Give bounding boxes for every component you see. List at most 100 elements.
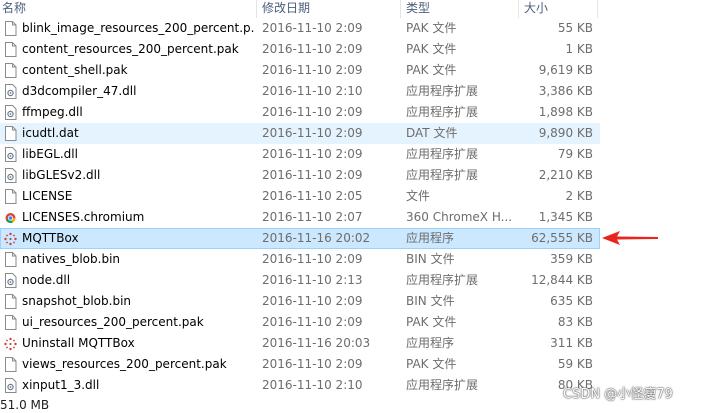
file-size: 83 KB (557, 315, 593, 329)
file-type: 应用程序扩展 (406, 378, 479, 392)
file-type: BIN 文件 (406, 252, 455, 266)
file-row[interactable]: d3dcompiler_47.dll 2016-11-10 2:10 应用程序扩展 3… (0, 81, 600, 102)
file-row[interactable]: LICENSE 2016-11-10 2:05 文件 2 KB (0, 186, 600, 207)
file-size: 2 KB (565, 189, 593, 203)
file-size: 79 KB (557, 147, 593, 161)
column-header-bar: 名称 修改日期 类型 大小 (0, 0, 716, 18)
file-row[interactable]: content_resources_200_percent.pak 2016-11… (0, 39, 600, 60)
chrome-icon (4, 210, 17, 225)
file-size: 359 KB (550, 252, 593, 266)
file-name: xinput1_3.dll (22, 378, 100, 392)
file-icon (4, 42, 17, 57)
column-divider[interactable] (400, 0, 401, 18)
file-row[interactable]: ffmpeg.dll 2016-11-10 2:09 应用程序扩展 1,898 KB (0, 102, 600, 123)
file-row[interactable]: snapshot_blob.bin 2016-11-10 2:09 BIN 文件 63… (0, 291, 600, 312)
file-date: 2016-11-10 2:09 (262, 126, 363, 140)
file-row[interactable]: ui_resources_200_percent.pak 2016-11-10 2… (0, 312, 600, 333)
file-size: 635 KB (550, 294, 593, 308)
file-row[interactable]: libEGL.dll 2016-11-10 2:09 应用程序扩展 79 KB (0, 144, 600, 165)
file-row[interactable]: LICENSES.chromium 2016-11-10 2:07 360 Chro… (0, 207, 600, 228)
file-size: 1,345 KB (538, 210, 593, 224)
file-size: 9,619 KB (538, 63, 593, 77)
file-icon (4, 189, 17, 204)
file-name: content_shell.pak (22, 63, 128, 77)
status-bar-size: 51.0 MB (0, 398, 50, 412)
file-name: ffmpeg.dll (22, 105, 83, 119)
file-type: 应用程序扩展 (406, 273, 479, 287)
column-divider[interactable] (597, 0, 598, 18)
file-name: MQTTBox (22, 231, 79, 245)
file-size: 62,555 KB (531, 231, 593, 245)
dll-icon (4, 147, 17, 162)
file-date: 2016-11-10 2:09 (262, 147, 363, 161)
file-date: 2016-11-10 2:09 (262, 315, 363, 329)
file-name: ui_resources_200_percent.pak (22, 315, 204, 329)
file-row[interactable]: content_shell.pak 2016-11-10 2:09 PAK 文件 9,… (0, 60, 600, 81)
file-row[interactable]: natives_blob.bin 2016-11-10 2:09 BIN 文件 359… (0, 249, 600, 270)
file-icon (4, 315, 17, 330)
column-divider[interactable] (518, 0, 519, 18)
file-type: PAK 文件 (406, 42, 457, 56)
file-icon (4, 21, 17, 36)
file-type: PAK 文件 (406, 315, 457, 329)
file-type: PAK 文件 (406, 357, 457, 371)
file-type: 应用程序扩展 (406, 147, 479, 161)
file-size: 2,210 KB (538, 168, 593, 182)
file-name: d3dcompiler_47.dll (22, 84, 137, 98)
file-date: 2016-11-10 2:09 (262, 42, 363, 56)
file-name: blink_image_resources_200_percent.p... (22, 21, 254, 35)
file-date: 2016-11-10 2:09 (262, 252, 363, 266)
file-type: 文件 (406, 189, 431, 203)
file-size: 1 KB (565, 42, 593, 56)
file-icon (4, 357, 17, 372)
file-type: BIN 文件 (406, 294, 455, 308)
file-row[interactable]: node.dll 2016-11-10 2:13 应用程序扩展 12,844 KB (0, 270, 600, 291)
file-date: 2016-11-10 2:07 (262, 210, 363, 224)
file-row[interactable]: libGLESv2.dll 2016-11-10 2:09 应用程序扩展 2,210 … (0, 165, 600, 186)
file-row[interactable]: blink_image_resources_200_percent.p... 20… (0, 18, 600, 39)
file-row[interactable]: xinput1_3.dll 2016-11-10 2:10 应用程序扩展 80 KB (0, 375, 600, 396)
file-type: 应用程序扩展 (406, 168, 479, 182)
column-header-name[interactable]: 名称 (2, 0, 252, 18)
file-name: views_resources_200_percent.pak (22, 357, 227, 371)
file-date: 2016-11-10 2:05 (262, 189, 363, 203)
file-icon (4, 294, 17, 309)
file-icon (4, 252, 17, 267)
file-date: 2016-11-10 2:09 (262, 105, 363, 119)
file-row[interactable]: Uninstall MQTTBox 2016-11-16 20:03 应用程序 311… (0, 333, 600, 354)
file-name: natives_blob.bin (22, 252, 121, 266)
file-type: 应用程序 (406, 336, 455, 350)
column-header-date[interactable]: 修改日期 (262, 0, 396, 18)
file-icon (4, 126, 17, 141)
file-date: 2016-11-10 2:09 (262, 357, 363, 371)
file-row[interactable]: MQTTBox 2016-11-16 20:02 应用程序 62,555 KB (0, 228, 600, 249)
watermark: CSDN @小怪瘦79 (563, 387, 673, 402)
file-type: 应用程序 (406, 231, 455, 245)
file-date: 2016-11-10 2:09 (262, 168, 363, 182)
red-arrow-annotation (602, 231, 658, 245)
file-type: PAK 文件 (406, 63, 457, 77)
dll-icon (4, 105, 17, 120)
file-date: 2016-11-16 20:03 (262, 336, 371, 350)
file-name: content_resources_200_percent.pak (22, 42, 239, 56)
file-size: 9,890 KB (538, 126, 593, 140)
dll-icon (4, 273, 17, 288)
file-name: Uninstall MQTTBox (22, 336, 135, 350)
file-row[interactable]: icudtl.dat 2016-11-10 2:09 DAT 文件 9,890 KB (0, 123, 600, 144)
file-date: 2016-11-10 2:09 (262, 294, 363, 308)
file-name: icudtl.dat (22, 126, 79, 140)
mqtt-icon (4, 231, 17, 246)
file-date: 2016-11-10 2:10 (262, 378, 363, 392)
file-size: 12,844 KB (531, 273, 593, 287)
file-row[interactable]: views_resources_200_percent.pak 2016-11-1… (0, 354, 600, 375)
column-divider[interactable] (256, 0, 257, 18)
file-name: libGLESv2.dll (22, 168, 101, 182)
file-date: 2016-11-16 20:02 (262, 231, 371, 245)
file-date: 2016-11-10 2:13 (262, 273, 363, 287)
file-size: 311 KB (550, 336, 593, 350)
file-name: LICENSES.chromium (22, 210, 145, 224)
file-icon (4, 63, 17, 78)
column-header-size[interactable]: 大小 (524, 0, 594, 18)
file-name: snapshot_blob.bin (22, 294, 132, 308)
column-header-type[interactable]: 类型 (406, 0, 516, 18)
